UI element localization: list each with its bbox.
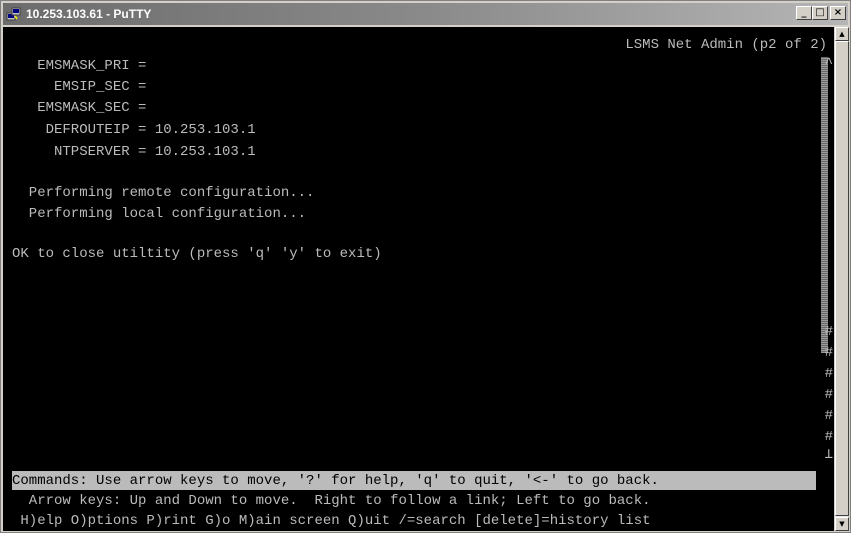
commands-status-line: Commands: Use arrow keys to move, '?' fo… xyxy=(12,473,659,489)
scroll-marker: # xyxy=(824,366,833,382)
close-button[interactable]: × xyxy=(830,6,846,20)
maximize-button[interactable]: □ xyxy=(812,6,828,20)
scroll-thumb[interactable] xyxy=(835,41,849,516)
terminal-line: DEFROUTEIP = 10.253.103.1 xyxy=(12,122,256,138)
terminal-line: NTPSERVER = 10.253.103.1 xyxy=(12,144,256,160)
scroll-marker: # xyxy=(824,345,833,361)
terminal-screen[interactable]: LSMS Net Admin (p2 of 2) EMSMASK_PRI = E… xyxy=(3,27,835,531)
window-controls: _ □ × xyxy=(796,6,846,20)
terminal-line: Performing local configuration... xyxy=(12,206,307,222)
scroll-marker: ^ xyxy=(824,56,833,72)
scroll-marker: # xyxy=(824,324,833,340)
terminal-line: EMSMASK_PRI = xyxy=(12,58,147,74)
arrow-up-icon[interactable]: ▲ xyxy=(835,27,849,41)
terminal-line: EMSIP_SEC = xyxy=(12,79,147,95)
scroll-marker: # xyxy=(824,408,833,424)
putty-icon xyxy=(6,6,22,22)
putty-window: 10.253.103.61 - PuTTY _ □ × LSMS Net Adm… xyxy=(0,0,851,533)
scroll-marker: ⊥ xyxy=(824,447,833,463)
terminal-line: EMSMASK_SEC = xyxy=(12,100,147,116)
scroll-marker: # xyxy=(824,429,833,445)
help-line: H)elp O)ptions P)rint G)o M)ain screen Q… xyxy=(12,513,651,529)
terminal-line: OK to close utiltity (press 'q' 'y' to e… xyxy=(12,246,382,262)
help-line: Arrow keys: Up and Down to move. Right t… xyxy=(12,493,651,509)
terminal-line: Performing remote configuration... xyxy=(12,185,315,201)
scroll-marker: # xyxy=(824,387,833,403)
page-indicator: LSMS Net Admin (p2 of 2) xyxy=(625,37,827,53)
vertical-scrollbar[interactable]: ▲ ▼ xyxy=(834,27,849,531)
arrow-down-icon[interactable]: ▼ xyxy=(835,517,849,531)
text-scroll-indicator xyxy=(821,57,828,353)
title-bar[interactable]: 10.253.103.61 - PuTTY _ □ × xyxy=(3,3,848,25)
minimize-button[interactable]: _ xyxy=(796,6,812,20)
window-title: 10.253.103.61 - PuTTY xyxy=(26,7,152,21)
